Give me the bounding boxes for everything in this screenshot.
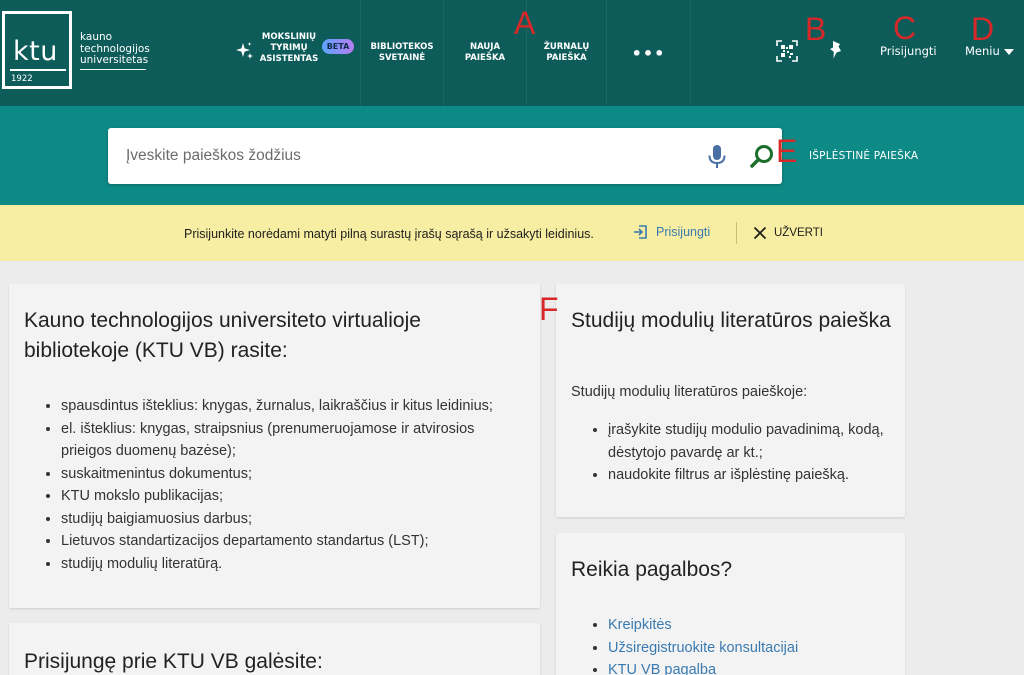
search-icon[interactable] <box>749 144 775 170</box>
search-box <box>108 128 782 184</box>
list-item: naudokite filtrus ar išplėstinę paiešką. <box>608 464 900 487</box>
notice-close-button[interactable]: Užverti <box>753 226 823 240</box>
header-login-link[interactable]: Prisijungti <box>880 44 937 58</box>
logo-university-name[interactable]: kauno technologijos universitetas <box>80 31 150 70</box>
notice-message: Prisijunkite norėdami matyti pilną suras… <box>184 227 594 241</box>
help-link-item: KTU VB pagalba <box>608 659 890 675</box>
module-literature-intro: Studijų modulių literatūros paieškoje: <box>571 384 808 400</box>
search-input[interactable] <box>126 128 686 184</box>
nav-more-button[interactable]: ••• <box>607 0 691 106</box>
after-login-title: Prisijungę prie KTU VB galėsite: <box>24 650 323 673</box>
search-band: Išplėstinė paieška <box>0 106 1024 205</box>
close-icon <box>753 226 767 240</box>
beta-badge: BETA <box>322 39 354 54</box>
pin-icon[interactable] <box>827 40 845 60</box>
module-literature-list: įrašykite studijų modulio pavadinimą, ko… <box>570 419 900 487</box>
annotation-d: D <box>971 11 995 47</box>
nav-library-websites[interactable]: Bibliotekos svetainė <box>361 0 444 106</box>
annotation-c: C <box>893 10 917 46</box>
logo-name-line: kauno <box>80 31 113 43</box>
help-links: Kreipkitės Užsiregistruokite konsultacij… <box>570 614 890 675</box>
top-navigation-bar: ktu 1922 kauno technologijos universitet… <box>0 0 1024 106</box>
list-item: suskaitmenintus dokumentus; <box>61 463 523 486</box>
notice-login-link[interactable]: Prisijungti <box>633 224 710 240</box>
list-item: studijų modulių literatūrą. <box>61 553 523 576</box>
list-item: studijų baigiamuosius darbus; <box>61 508 523 531</box>
notice-divider <box>736 222 737 244</box>
list-item: el. išteklius: knygas, straipsnius (pren… <box>61 418 523 463</box>
help-link-item: Užsiregistruokite konsultacijai <box>608 637 890 660</box>
contact-link[interactable]: Kreipkitės <box>608 617 672 633</box>
module-literature-card: Studijų modulių literatūros paieška Stud… <box>556 284 905 517</box>
nav-journal-search[interactable]: Žurnalų paieška <box>527 0 607 106</box>
notice-login-label: Prisijungti <box>656 225 711 239</box>
logo-rule <box>10 69 66 71</box>
annotation-f: F <box>539 291 559 327</box>
caret-down-icon <box>1003 48 1014 55</box>
advanced-search-link[interactable]: Išplėstinė paieška <box>809 150 918 162</box>
annotation-b: B <box>805 11 827 47</box>
microphone-icon[interactable] <box>706 144 728 170</box>
vb-contents-title: Kauno technologijos universiteto virtual… <box>24 309 421 362</box>
logo-mark: ktu <box>13 36 58 67</box>
list-item: įrašykite studijų modulio pavadinimą, ko… <box>608 419 900 464</box>
logo-name-line: universitetas <box>80 54 149 66</box>
list-item: KTU mokslo publikacijas; <box>61 485 523 508</box>
nav-research-assistant[interactable]: Mokslinių tyrimų asistentas BETA <box>226 0 361 106</box>
annotation-a: A <box>514 5 536 41</box>
login-notice-banner: Prisijunkite norėdami matyti pilną suras… <box>0 205 1024 261</box>
vb-contents-card: Kauno technologijos universiteto virtual… <box>9 284 540 608</box>
after-login-card: Prisijungę prie KTU VB galėsite: <box>9 623 540 675</box>
nav-research-assistant-label: Mokslinių tyrimų asistentas <box>259 32 319 64</box>
logo-year: 1922 <box>11 74 33 84</box>
help-title: Reikia pagalbos? <box>571 558 733 581</box>
register-consultation-link[interactable]: Užsiregistruokite konsultacijai <box>608 640 798 656</box>
more-dots-icon: ••• <box>631 43 666 63</box>
qr-code-icon[interactable] <box>776 40 798 62</box>
vb-help-link[interactable]: KTU VB pagalba <box>608 662 716 675</box>
nav-library-websites-label: Bibliotekos svetainė <box>370 42 434 63</box>
ktu-logo[interactable]: ktu 1922 <box>2 11 72 89</box>
list-item: spausdintus išteklius: knygas, žurnalus,… <box>61 395 523 418</box>
logo-name-rule <box>80 68 146 70</box>
vb-contents-list: spausdintus išteklius: knygas, žurnalus,… <box>23 395 523 575</box>
nav-new-search-label: Nauja paieška <box>464 42 506 63</box>
notice-close-label: Užverti <box>774 227 823 239</box>
help-link-item: Kreipkitės <box>608 614 890 637</box>
nav-journal-search-label: Žurnalų paieška <box>543 42 590 63</box>
help-card: Reikia pagalbos? Kreipkitės Užsiregistru… <box>556 533 905 675</box>
annotation-e: E <box>776 133 798 169</box>
module-literature-title: Studijų modulių literatūros paieška <box>571 309 891 332</box>
sparkle-icon <box>236 42 253 59</box>
sign-in-icon <box>634 225 647 239</box>
list-item: Lietuvos standartizacijos departamento s… <box>61 530 523 553</box>
